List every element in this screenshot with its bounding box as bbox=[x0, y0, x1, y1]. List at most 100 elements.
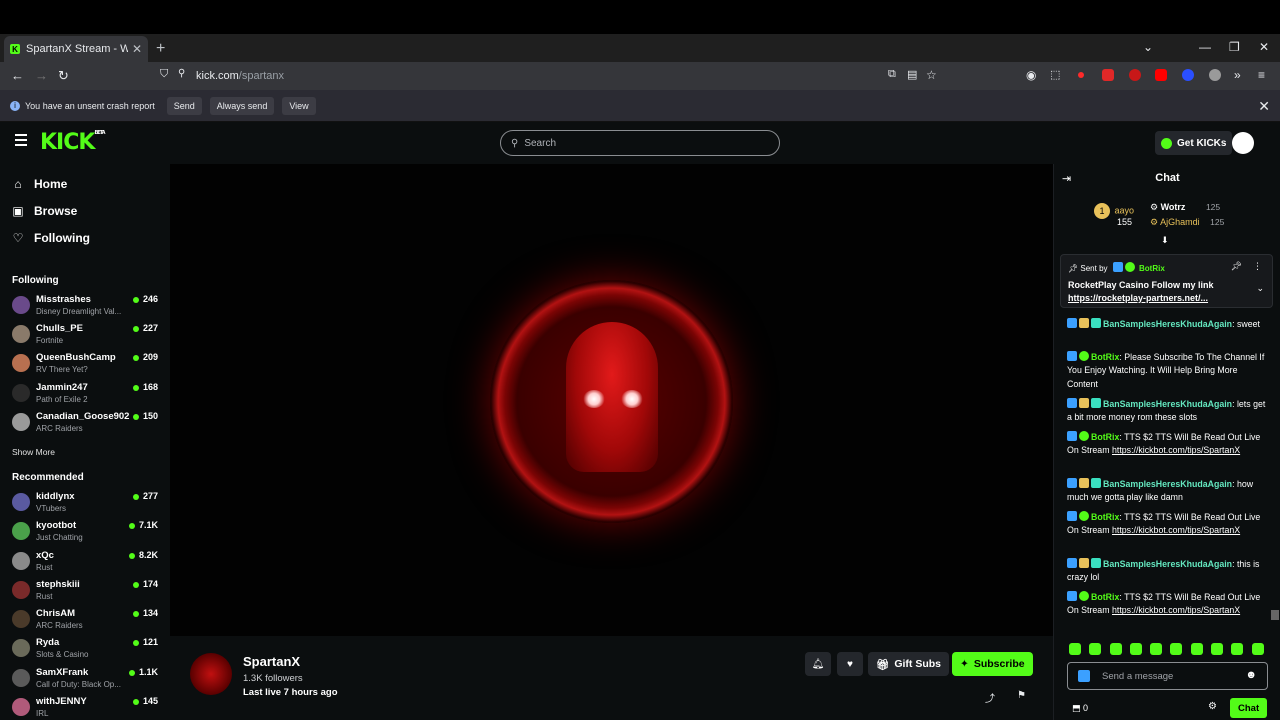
chat-link[interactable]: https://kickbot.com/tips/SpartanX bbox=[1112, 605, 1240, 615]
site-info-icon[interactable]: ⚲ bbox=[178, 68, 185, 79]
extension-blue-icon[interactable] bbox=[1182, 69, 1194, 81]
emote-icon[interactable] bbox=[1170, 643, 1183, 655]
new-tab-button[interactable]: + bbox=[156, 40, 165, 58]
recommended-channel[interactable]: SamXFrank Call of Duty: Black Op... 1.1K bbox=[12, 667, 162, 695]
forward-button[interactable]: → bbox=[35, 68, 48, 83]
shield-icon[interactable]: ⛉ bbox=[160, 68, 168, 81]
close-infobar-icon[interactable]: ✕ bbox=[1258, 98, 1270, 115]
chat-message[interactable]: BanSamplesHeresKhudaAgain: this is crazy… bbox=[1067, 558, 1267, 585]
kicks-balance[interactable]: ⬒ 0 bbox=[1072, 703, 1088, 714]
chat-username[interactable]: BotRix bbox=[1091, 512, 1119, 522]
kick-logo[interactable]: KICKBETA bbox=[40, 130, 106, 155]
pinned-message[interactable]: 📌︎ Sent by BotRix 📌︎ ⋮ RocketPlay Casino… bbox=[1060, 254, 1273, 308]
send-chat-button[interactable]: Chat bbox=[1230, 698, 1268, 718]
always-send-button[interactable]: Always send bbox=[209, 96, 275, 115]
extensions-icon[interactable]: ⬚ bbox=[1050, 68, 1060, 81]
recommended-channel[interactable]: kyootbot Just Chatting 7.1K bbox=[12, 520, 162, 548]
following-channel[interactable]: Misstrashes Disney Dreamlight Val... 246 bbox=[12, 294, 162, 322]
screenshot-icon[interactable]: ⧉ bbox=[888, 68, 896, 81]
more-options-icon[interactable]: ⋮ bbox=[1253, 261, 1262, 272]
chat-message[interactable]: BotRix: TTS $2 TTS Will Be Read Out Live… bbox=[1067, 431, 1267, 458]
gift-subs-button[interactable]: 🎁︎ Gift Subs bbox=[868, 652, 950, 676]
back-button[interactable]: ← bbox=[11, 68, 24, 83]
sidebar-item-home[interactable]: ⌂ Home bbox=[12, 173, 67, 195]
chat-username[interactable]: BotRix bbox=[1091, 352, 1119, 362]
tab-list-chevron-icon[interactable]: ⌄ bbox=[1143, 40, 1153, 54]
following-channel[interactable]: Jammin247 Path of Exile 2 168 bbox=[12, 382, 162, 410]
follow-heart-button[interactable]: ♥ bbox=[837, 652, 863, 676]
recommended-channel[interactable]: xQc Rust 8.2K bbox=[12, 550, 162, 578]
view-report-button[interactable]: View bbox=[282, 96, 316, 115]
chat-username[interactable]: BanSamplesHeresKhudaAgain bbox=[1103, 319, 1232, 329]
emote-icon[interactable] bbox=[1069, 643, 1081, 655]
bookmark-star-icon[interactable]: ☆ bbox=[926, 68, 937, 82]
emote-icon[interactable] bbox=[1109, 643, 1122, 655]
chat-username[interactable]: BanSamplesHeresKhudaAgain bbox=[1103, 479, 1232, 489]
chat-username[interactable]: BotRix bbox=[1091, 592, 1119, 602]
sidebar-item-following[interactable]: ♡ Following bbox=[12, 227, 90, 249]
chat-message[interactable]: BanSamplesHeresKhudaAgain: how much we g… bbox=[1067, 478, 1267, 505]
close-tab-icon[interactable]: ✕ bbox=[132, 42, 142, 56]
browser-tab-active[interactable]: K SpartanX Stream - Watch Live o ✕ bbox=[4, 36, 148, 62]
recommended-channel[interactable]: kiddlynx VTubers 277 bbox=[12, 491, 162, 519]
emote-icon[interactable] bbox=[1231, 643, 1244, 655]
chat-username[interactable]: BanSamplesHeresKhudaAgain bbox=[1103, 399, 1232, 409]
show-more-link[interactable]: Show More bbox=[12, 447, 55, 457]
chat-link[interactable]: https://kickbot.com/tips/SpartanX bbox=[1112, 525, 1240, 535]
extension-gray-icon[interactable] bbox=[1209, 69, 1221, 81]
emote-icon[interactable] bbox=[1251, 643, 1264, 655]
maximize-button[interactable]: ❐ bbox=[1229, 40, 1240, 54]
chat-message[interactable]: BanSamplesHeresKhudaAgain: lets get a bi… bbox=[1067, 398, 1267, 425]
get-kicks-button[interactable]: Get KICKs bbox=[1155, 131, 1233, 155]
emote-icon[interactable] bbox=[1129, 643, 1142, 655]
channel-avatar[interactable] bbox=[190, 653, 232, 695]
reload-button[interactable]: ↻ bbox=[58, 68, 69, 84]
pinned-link[interactable]: https://rocketplay-partners.net/... bbox=[1068, 293, 1208, 303]
following-channel[interactable]: QueenBushCamp RV There Yet? 209 bbox=[12, 352, 162, 380]
share-icon[interactable]: ⤴ bbox=[985, 690, 995, 705]
chat-message[interactable]: BotRix: Please Subscribe To The Channel … bbox=[1067, 351, 1267, 391]
emote-icon[interactable] bbox=[1150, 643, 1163, 655]
following-channel[interactable]: Canadian_Goose902 ARC Raiders 150 bbox=[12, 411, 162, 439]
chat-scrollbar[interactable] bbox=[1271, 610, 1279, 620]
chat-username[interactable]: BotRix bbox=[1091, 432, 1119, 442]
emoji-picker-icon[interactable]: ☻ bbox=[1245, 669, 1257, 681]
notification-bell-button[interactable]: 🔔︎ bbox=[805, 652, 831, 676]
more-extensions-icon[interactable]: » bbox=[1234, 68, 1241, 82]
sidebar-item-browse[interactable]: ▣ Browse bbox=[12, 200, 77, 222]
recommended-channel[interactable]: stephskiii Rust 174 bbox=[12, 579, 162, 607]
extension-red-dot-icon[interactable] bbox=[1078, 72, 1084, 78]
menu-icon[interactable]: ≡ bbox=[1258, 68, 1265, 82]
emote-icon[interactable] bbox=[1211, 643, 1224, 655]
user-avatar[interactable] bbox=[1232, 132, 1254, 154]
extension-youtube-icon[interactable] bbox=[1155, 69, 1167, 81]
recommended-channel[interactable]: withJENNY IRL 145 bbox=[12, 696, 162, 720]
channel-name[interactable]: SpartanX bbox=[243, 654, 300, 669]
chat-message[interactable]: BotRix: TTS $2 TTS Will Be Read Out Live… bbox=[1067, 591, 1267, 618]
hamburger-menu-icon[interactable] bbox=[15, 134, 27, 146]
chat-message[interactable]: BanSamplesHeresKhudaAgain: sweet bbox=[1067, 318, 1267, 331]
search-input[interactable]: ⚲ Search bbox=[500, 130, 780, 156]
minimize-button[interactable]: — bbox=[1199, 40, 1211, 54]
account-icon[interactable]: ◉ bbox=[1026, 68, 1036, 82]
expand-pinned-icon[interactable]: ⌄ bbox=[1256, 283, 1264, 294]
extension-pin-icon[interactable] bbox=[1129, 69, 1141, 81]
chat-username[interactable]: BanSamplesHeresKhudaAgain bbox=[1103, 559, 1232, 569]
address-bar[interactable]: kick.com/spartanx bbox=[196, 70, 284, 82]
close-window-button[interactable]: ✕ bbox=[1259, 40, 1269, 54]
emote-icon[interactable] bbox=[1089, 643, 1102, 655]
expand-leaderboard-icon[interactable]: ⬇ bbox=[1161, 235, 1169, 246]
extension-red-icon[interactable] bbox=[1102, 69, 1114, 81]
reader-view-icon[interactable]: ▤ bbox=[907, 68, 917, 81]
chat-message-input[interactable]: Send a message ☻ bbox=[1067, 662, 1268, 690]
send-report-button[interactable]: Send bbox=[166, 96, 202, 115]
chat-link[interactable]: https://kickbot.com/tips/SpartanX bbox=[1112, 445, 1240, 455]
report-user-icon[interactable]: ⚑ bbox=[1017, 690, 1026, 701]
emote-icon[interactable] bbox=[1190, 643, 1203, 655]
chat-message[interactable]: BotRix: TTS $2 TTS Will Be Read Out Live… bbox=[1067, 511, 1267, 538]
chat-settings-gear-icon[interactable]: ⚙ bbox=[1208, 701, 1217, 712]
subscribe-button[interactable]: ✦ Subscribe bbox=[952, 652, 1033, 676]
pin-toggle-icon[interactable]: 📌︎ bbox=[1231, 261, 1242, 272]
following-channel[interactable]: Chulls_PE Fortnite 227 bbox=[12, 323, 162, 351]
recommended-channel[interactable]: Ryda Slots & Casino 121 bbox=[12, 637, 162, 665]
